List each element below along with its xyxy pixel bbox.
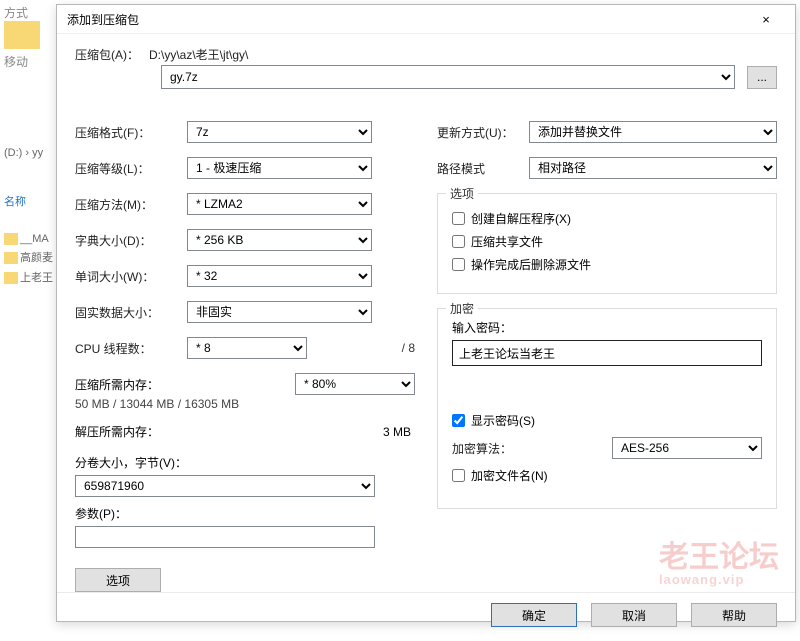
- archive-name-select[interactable]: gy.7z: [161, 65, 735, 89]
- options-button[interactable]: 选项: [75, 568, 161, 592]
- params-label: 参数(P)：: [75, 505, 415, 522]
- bg-item: __MA: [0, 231, 60, 247]
- add-to-archive-dialog: 添加到压缩包 × 压缩包(A)： D:\yy\az\老王\jt\gy\ gy.7…: [56, 4, 796, 622]
- level-label: 压缩等级(L)：: [75, 160, 187, 177]
- ok-button[interactable]: 确定: [491, 603, 577, 627]
- word-label: 单词大小(W)：: [75, 268, 187, 285]
- options-group: 选项 创建自解压程序(X) 压缩共享文件 操作完成后删除源文件: [437, 193, 777, 294]
- encrypt-group-title: 加密: [446, 300, 478, 317]
- bg-item: 高颜麦: [0, 247, 60, 267]
- bg-item: 上老王: [0, 267, 60, 287]
- password-label: 输入密码：: [452, 319, 762, 336]
- share-label: 压缩共享文件: [471, 233, 543, 250]
- format-select[interactable]: 7z: [187, 121, 372, 143]
- bg-name-header: 名称: [0, 191, 60, 211]
- word-select[interactable]: * 32: [187, 265, 372, 287]
- enc-method-label: 加密算法：: [452, 440, 544, 457]
- enc-method-select[interactable]: AES-256: [612, 437, 762, 459]
- method-label: 压缩方法(M)：: [75, 196, 187, 213]
- cancel-button[interactable]: 取消: [591, 603, 677, 627]
- volume-select[interactable]: 659871960: [75, 475, 375, 497]
- title-bar: 添加到压缩包 ×: [57, 5, 795, 34]
- left-column: 压缩格式(F)： 7z 压缩等级(L)： 1 - 极速压缩 压缩方法(M)： *…: [75, 121, 415, 592]
- show-password-checkbox[interactable]: [452, 414, 465, 427]
- folder-icon: [4, 233, 18, 245]
- sfx-checkbox[interactable]: [452, 212, 465, 225]
- folder-icon: [4, 21, 40, 49]
- bg-move-label: 移动: [4, 53, 56, 70]
- mem-comp-detail: 50 MB / 13044 MB / 16305 MB: [75, 397, 415, 411]
- threads-select[interactable]: * 8: [187, 337, 307, 359]
- folder-icon: [4, 272, 18, 284]
- sfx-label: 创建自解压程序(X): [471, 210, 571, 227]
- params-input[interactable]: [75, 526, 375, 548]
- threads-max: / 8: [315, 341, 415, 355]
- bg-mode-label: 方式: [4, 4, 56, 21]
- right-column: 更新方式(U)： 添加并替换文件 路径模式 相对路径 选项 创建自解压程序(X)…: [437, 121, 777, 592]
- method-select[interactable]: * LZMA2: [187, 193, 372, 215]
- pathmode-select[interactable]: 相对路径: [529, 157, 777, 179]
- show-password-label: 显示密码(S): [471, 412, 535, 429]
- options-group-title: 选项: [446, 185, 478, 202]
- folder-icon: [4, 252, 18, 264]
- browse-button[interactable]: ...: [747, 66, 777, 89]
- mem-decomp-value: 3 MB: [159, 425, 415, 439]
- delete-label: 操作完成后删除源文件: [471, 256, 591, 273]
- archive-label: 压缩包(A)：: [75, 46, 149, 63]
- archive-path: D:\yy\az\老王\jt\gy\: [149, 46, 777, 63]
- update-label: 更新方式(U)：: [437, 124, 529, 141]
- share-checkbox[interactable]: [452, 235, 465, 248]
- level-select[interactable]: 1 - 极速压缩: [187, 157, 372, 179]
- dialog-footer: 确定 取消 帮助: [57, 592, 795, 641]
- mem-comp-label: 压缩所需内存：: [75, 376, 159, 393]
- delete-checkbox[interactable]: [452, 258, 465, 271]
- mem-usage-select[interactable]: * 80%: [295, 373, 415, 395]
- encrypt-names-label: 加密文件名(N): [471, 467, 548, 484]
- help-button[interactable]: 帮助: [691, 603, 777, 627]
- dialog-title: 添加到压缩包: [67, 11, 747, 28]
- format-label: 压缩格式(F)：: [75, 124, 187, 141]
- pathmode-label: 路径模式: [437, 160, 529, 177]
- bg-breadcrumb: (D:) › yy: [0, 145, 60, 161]
- dict-label: 字典大小(D)：: [75, 232, 187, 249]
- mem-decomp-label: 解压所需内存：: [75, 423, 159, 440]
- update-select[interactable]: 添加并替换文件: [529, 121, 777, 143]
- close-icon[interactable]: ×: [747, 5, 785, 33]
- encrypt-group: 加密 输入密码： 显示密码(S) 加密算法： AES-256 加密文件名(N): [437, 308, 777, 509]
- encrypt-names-checkbox[interactable]: [452, 469, 465, 482]
- solid-label: 固实数据大小：: [75, 304, 187, 321]
- solid-select[interactable]: 非固实: [187, 301, 372, 323]
- password-input[interactable]: [452, 340, 762, 366]
- volume-label: 分卷大小，字节(V)：: [75, 454, 415, 471]
- threads-label: CPU 线程数：: [75, 340, 187, 357]
- dict-select[interactable]: * 256 KB: [187, 229, 372, 251]
